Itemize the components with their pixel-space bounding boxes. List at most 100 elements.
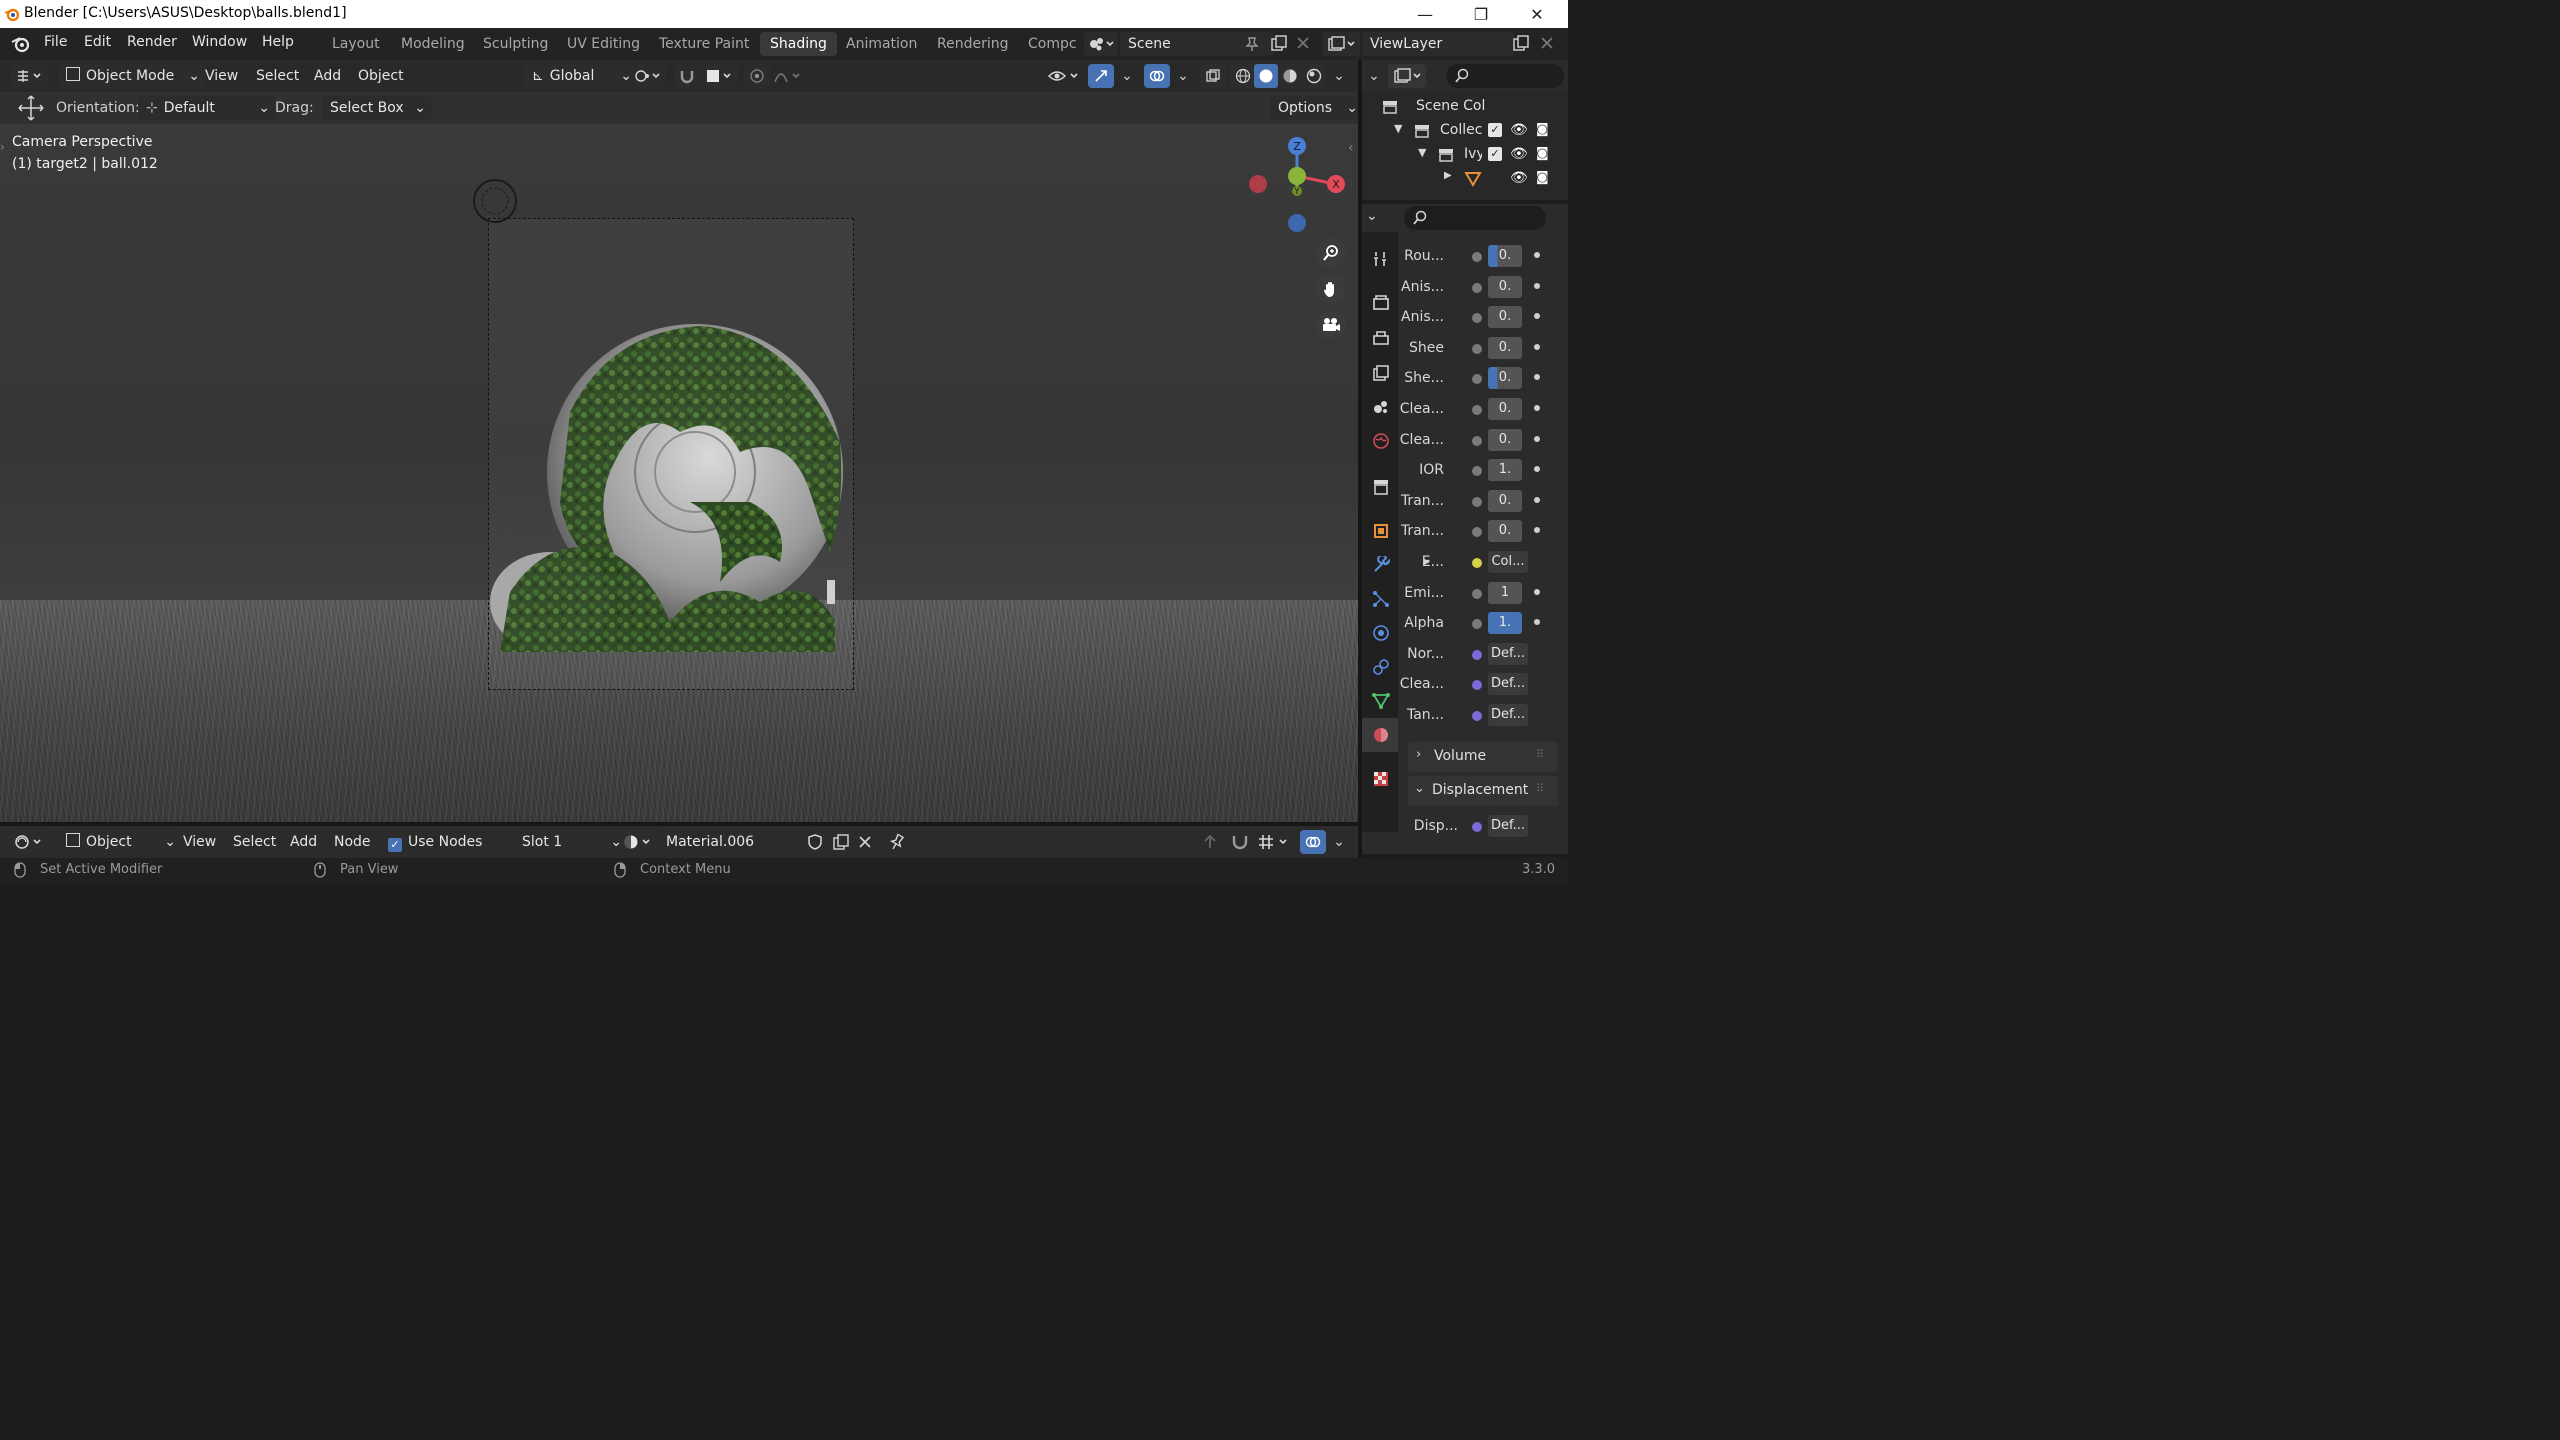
property-value-field[interactable]: 0. xyxy=(1488,428,1522,451)
show-gizmo-toggle[interactable] xyxy=(1088,64,1114,88)
menu-window[interactable]: Window xyxy=(192,34,247,50)
shading-options-dropdown[interactable]: ⌄ xyxy=(1326,64,1352,88)
proportional-editing-toggle[interactable] xyxy=(744,64,770,88)
pivot-point-button[interactable] xyxy=(630,64,666,88)
material-name-field[interactable]: Material.006 xyxy=(658,830,812,854)
drag-select-dropdown[interactable]: Select Box ⌄ xyxy=(322,96,432,120)
physics-properties-tab-icon[interactable] xyxy=(1370,622,1392,644)
y-axis-gizmo-icon[interactable] xyxy=(1288,167,1306,185)
toolbar-expand-arrow-icon[interactable]: › xyxy=(0,140,5,154)
delete-scene-icon[interactable] xyxy=(1296,36,1310,50)
socket-link-icon[interactable] xyxy=(1472,619,1482,630)
particles-properties-tab-icon[interactable] xyxy=(1370,588,1392,610)
socket-link-icon[interactable] xyxy=(1472,313,1482,324)
workspace-tab-texture-paint[interactable]: Texture Paint xyxy=(649,32,759,56)
solid-shading-button[interactable] xyxy=(1254,64,1278,88)
viewport-menu-object[interactable]: Object xyxy=(352,64,410,88)
socket-link-icon[interactable] xyxy=(1472,711,1482,721)
texture-properties-tab-icon[interactable] xyxy=(1370,768,1392,790)
move-tool-icon[interactable] xyxy=(16,94,46,122)
expand-arrow-icon[interactable]: ▼ xyxy=(1418,146,1426,159)
property-value-field[interactable]: 1. xyxy=(1488,459,1522,482)
render-properties-tab-icon[interactable] xyxy=(1370,292,1392,314)
outliner-collapse-icon[interactable]: ⌄ xyxy=(1366,66,1382,86)
keyframe-dot-icon[interactable] xyxy=(1534,282,1540,289)
socket-link-icon[interactable] xyxy=(1472,649,1482,660)
use-nodes-checkbox[interactable]: ✓ Use Nodes xyxy=(382,830,488,854)
property-value-field[interactable]: 0. xyxy=(1488,398,1522,420)
duplicate-material-icon[interactable] xyxy=(832,833,850,851)
view-layer-selector-button[interactable] xyxy=(1322,32,1360,56)
pan-view-button[interactable] xyxy=(1316,274,1346,304)
socket-link-icon[interactable] xyxy=(1472,343,1482,354)
outliner-display-mode-dropdown[interactable] xyxy=(1388,64,1426,88)
viewport-menu-select[interactable]: Select xyxy=(250,64,305,88)
workspace-tab-uv-editing[interactable]: UV Editing xyxy=(557,32,650,56)
drag-handle-icon[interactable]: ⠿ xyxy=(1536,748,1544,761)
blender-menu-icon[interactable] xyxy=(10,34,32,54)
property-value-field[interactable]: 1. xyxy=(1488,612,1522,635)
material-preview-button[interactable] xyxy=(1278,64,1302,88)
property-value-field[interactable]: 0. xyxy=(1488,275,1522,298)
property-value-field[interactable]: Def... xyxy=(1488,673,1528,696)
exclude-checkbox[interactable]: ✓ xyxy=(1488,123,1502,137)
socket-link-icon[interactable] xyxy=(1472,282,1482,293)
object-visibility-dropdown[interactable] xyxy=(1044,64,1084,88)
socket-link-icon[interactable] xyxy=(1472,374,1482,385)
workspace-tab-modeling[interactable]: Modeling xyxy=(391,32,475,56)
maximize-button[interactable]: ❐ xyxy=(1458,0,1504,28)
browse-material-button[interactable] xyxy=(620,830,656,854)
render-camera-icon[interactable]: ◙ xyxy=(1536,170,1549,185)
navigation-gizmo[interactable]: Z X Y xyxy=(1240,136,1352,236)
camera-view-button[interactable] xyxy=(1316,310,1346,340)
keyframe-dot-icon[interactable] xyxy=(1534,252,1540,258)
material-properties-tab-icon[interactable] xyxy=(1370,724,1392,746)
tool-settings-tab-icon[interactable] xyxy=(1370,248,1392,270)
property-value-field[interactable]: 0. xyxy=(1488,336,1522,359)
socket-link-icon[interactable] xyxy=(1472,252,1482,262)
view-layer-properties-tab-icon[interactable] xyxy=(1370,362,1392,384)
gizmo-options-dropdown[interactable]: ⌄ xyxy=(1114,64,1140,88)
render-camera-icon[interactable]: ◙ xyxy=(1536,146,1549,161)
eye-icon[interactable]: 👁 xyxy=(1510,170,1528,186)
expand-arrow-icon[interactable]: ▶ xyxy=(1444,170,1452,181)
node-menu-view[interactable]: View xyxy=(177,830,222,854)
neg-z-axis-gizmo-icon[interactable] xyxy=(1288,214,1306,232)
snap-grid-icon[interactable] xyxy=(1256,832,1292,852)
keyframe-dot-icon[interactable] xyxy=(1534,619,1540,626)
outliner-row-scene-collection[interactable]: Scene Col xyxy=(1378,96,1558,118)
drag-handle-icon[interactable]: ⠿ xyxy=(1536,782,1544,795)
data-properties-tab-icon[interactable] xyxy=(1370,690,1392,712)
workspace-tab-rendering[interactable]: Rendering xyxy=(927,32,1019,56)
node-menu-node[interactable]: Node xyxy=(328,830,377,854)
keyframe-dot-icon[interactable] xyxy=(1534,466,1540,473)
eye-icon[interactable]: 👁 xyxy=(1510,122,1528,138)
socket-link-icon[interactable] xyxy=(1472,527,1482,538)
socket-link-icon[interactable] xyxy=(1472,496,1482,507)
eye-icon[interactable]: 👁 xyxy=(1510,146,1528,162)
node-overlay-options-dropdown[interactable]: ⌄ xyxy=(1326,830,1352,854)
socket-link-icon[interactable] xyxy=(1472,680,1482,691)
parent-node-tree-icon[interactable] xyxy=(1200,832,1220,852)
displacement-panel-header[interactable]: ⌄ Displacement ⠿ xyxy=(1408,776,1558,806)
world-properties-tab-icon[interactable] xyxy=(1370,430,1392,452)
shader-type-dropdown[interactable]: Object ⌄ xyxy=(58,830,182,854)
socket-link-icon[interactable] xyxy=(1472,822,1482,832)
xray-toggle[interactable] xyxy=(1200,64,1226,88)
node-menu-select[interactable]: Select xyxy=(227,830,282,854)
outliner-row-collection[interactable]: ▼ Collec ✓ 👁 ◙ xyxy=(1392,120,1568,142)
orientation-dropdown[interactable]: ⊹ Default ⌄ xyxy=(138,96,276,120)
output-properties-tab-icon[interactable] xyxy=(1370,328,1392,350)
show-overlays-toggle[interactable] xyxy=(1144,64,1170,88)
wireframe-shading-button[interactable] xyxy=(1232,64,1254,88)
socket-link-icon[interactable] xyxy=(1472,466,1482,477)
property-value-field[interactable]: Col... xyxy=(1488,551,1528,573)
viewport-menu-add[interactable]: Add xyxy=(308,64,347,88)
pin-scene-icon[interactable] xyxy=(1244,36,1260,52)
node-editor-type-button[interactable] xyxy=(10,830,48,854)
exclude-checkbox[interactable]: ✓ xyxy=(1488,147,1502,161)
keyframe-dot-icon[interactable] xyxy=(1534,405,1540,411)
snap-toggle[interactable] xyxy=(674,64,700,88)
workspace-tab-sculpting[interactable]: Sculpting xyxy=(473,32,558,56)
property-value-field[interactable]: 0. xyxy=(1488,367,1522,390)
